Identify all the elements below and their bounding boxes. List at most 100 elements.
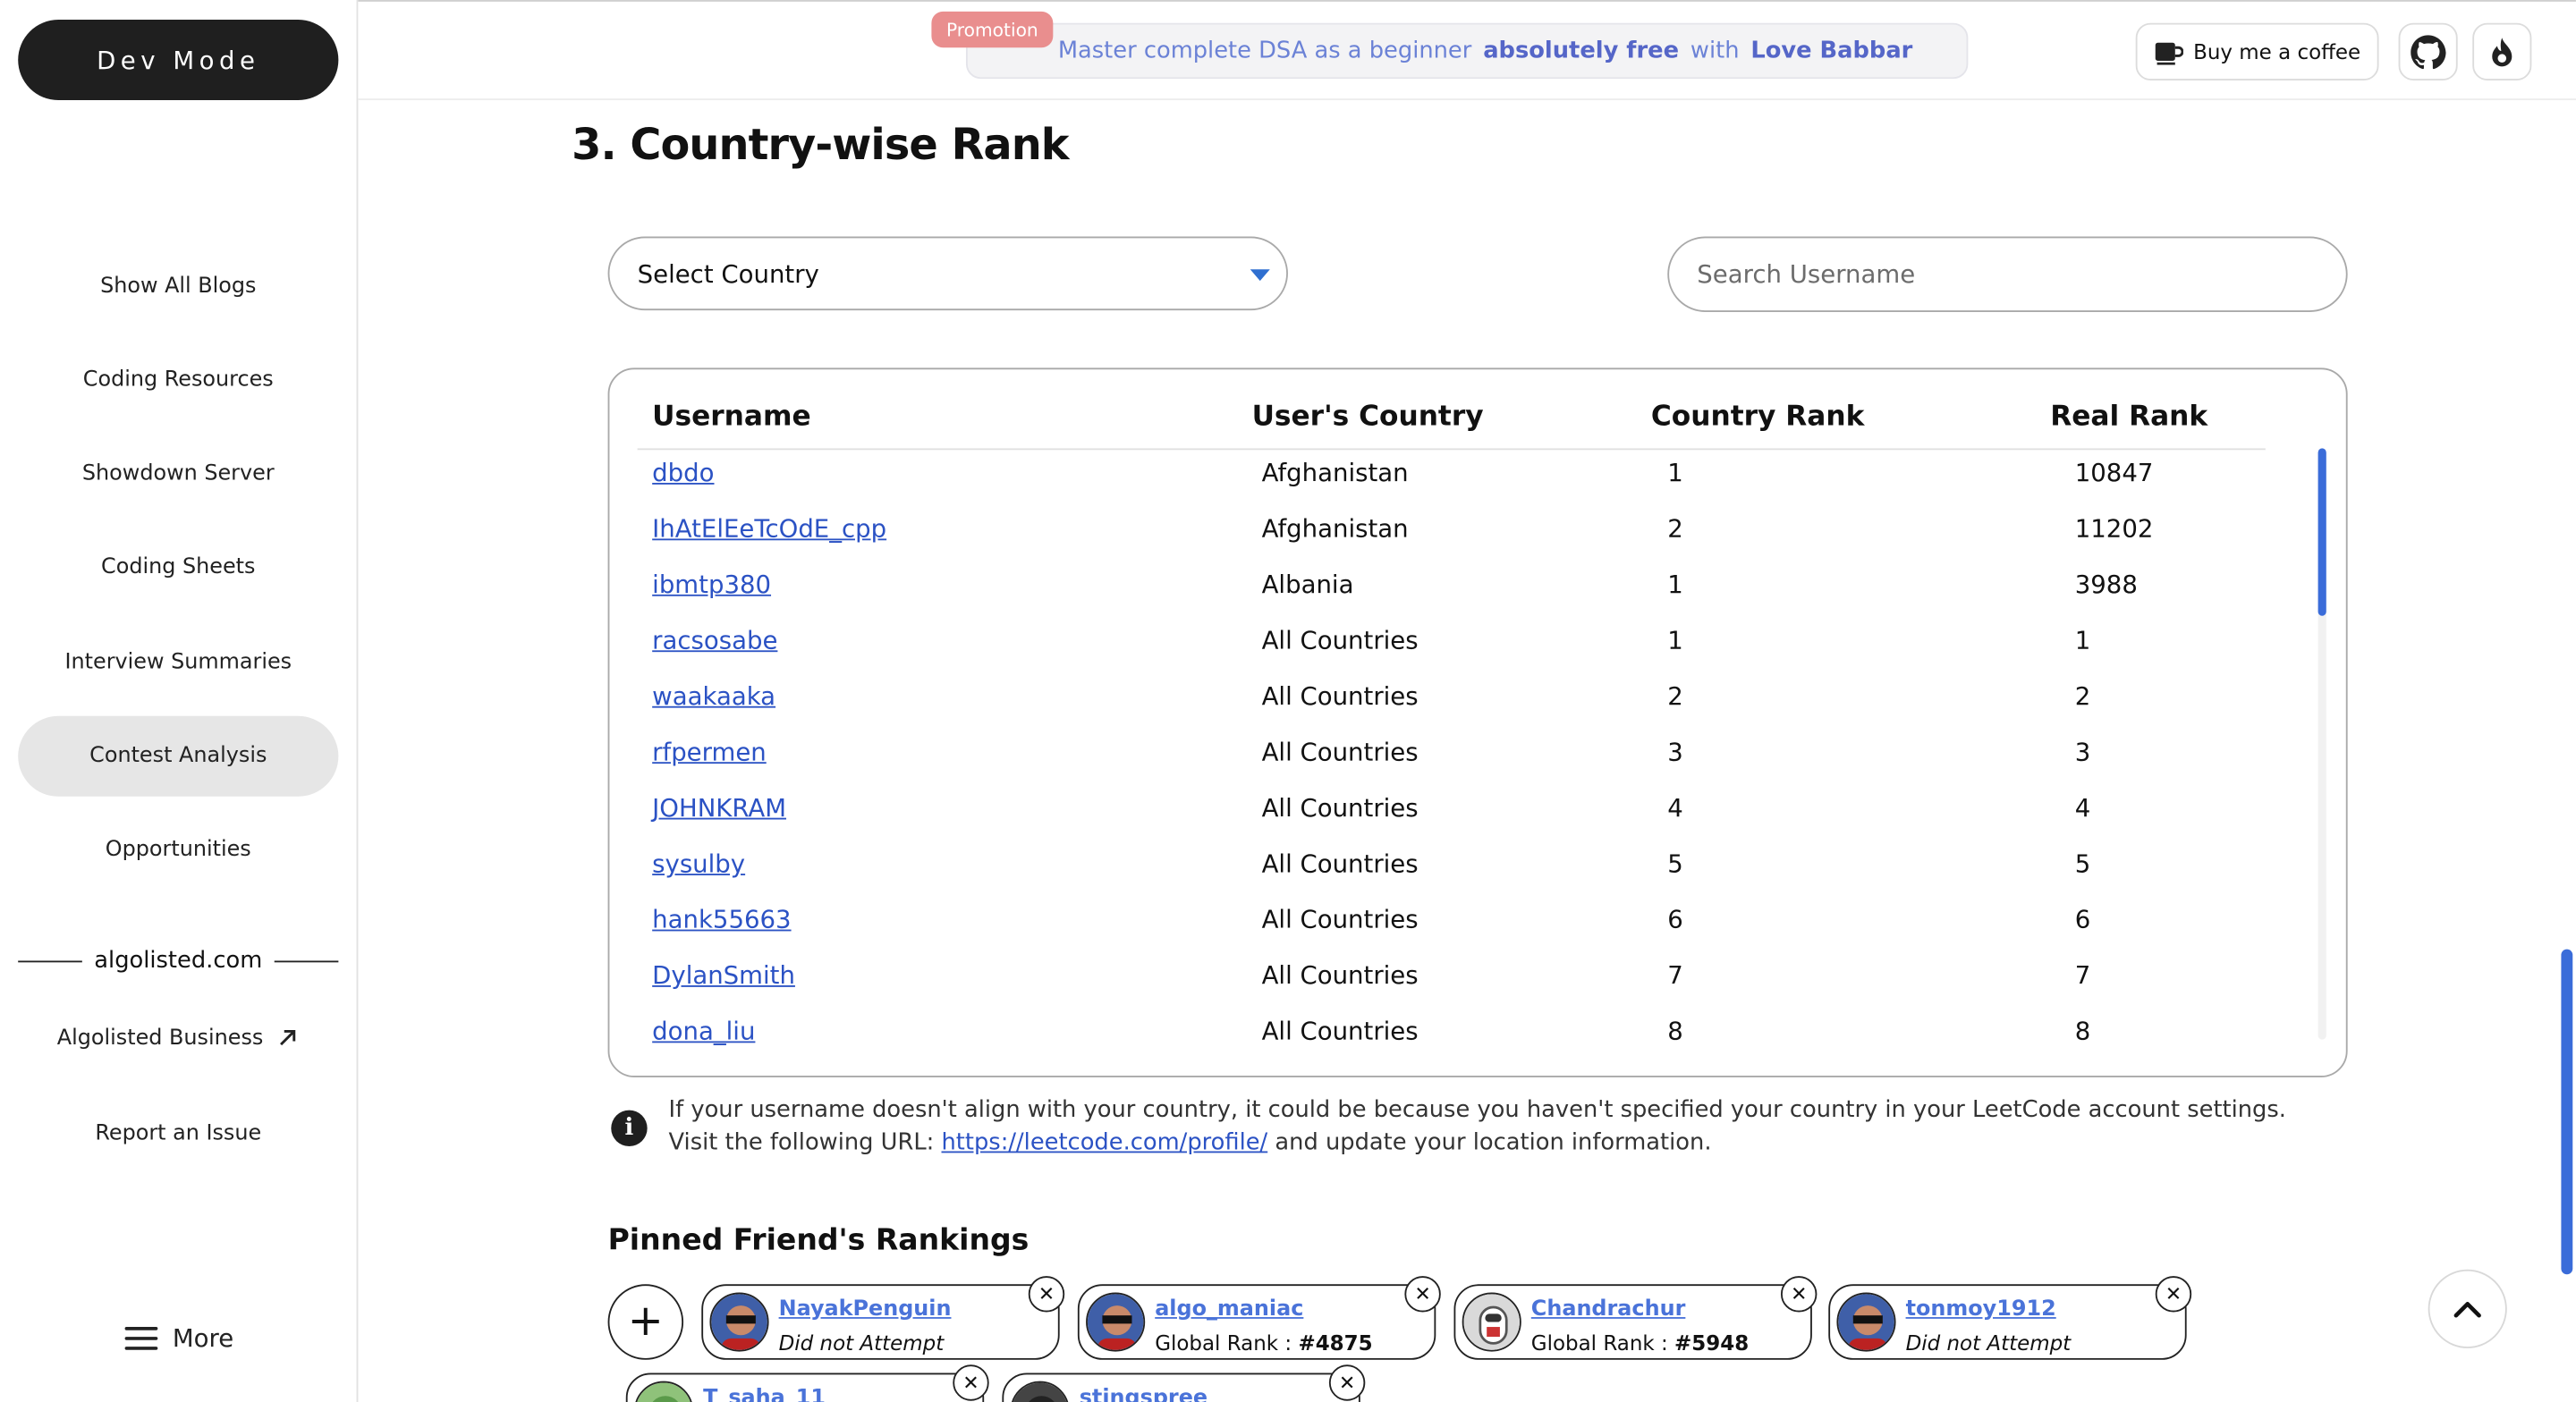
friend-card: algo_maniac Global Rank : #4875 ✕ xyxy=(1077,1276,1441,1360)
country-cell: All Countries xyxy=(1261,625,1419,655)
remove-friend-button[interactable]: ✕ xyxy=(2155,1276,2192,1313)
table-row: rfpermen All Countries 3 3 xyxy=(609,728,2318,783)
section-title: 3. Country-wise Rank xyxy=(572,121,1069,172)
coffee-cup-icon xyxy=(2155,41,2184,64)
country-rank-cell: 8 xyxy=(1667,1016,1683,1046)
country-cell: All Countries xyxy=(1261,793,1419,823)
nav-coding-sheets[interactable]: Coding Sheets xyxy=(18,528,338,608)
divider-line xyxy=(18,959,83,962)
theme-button[interactable] xyxy=(2472,22,2532,80)
divider-line xyxy=(274,959,339,962)
friend-name-link[interactable]: algo_maniac xyxy=(1155,1297,1303,1322)
promo-highlight: absolutely free xyxy=(1483,38,1680,64)
flame-icon xyxy=(2492,37,2512,66)
hamburger-icon xyxy=(124,1327,158,1350)
real-rank-cell: 5 xyxy=(2074,849,2091,879)
username-link[interactable]: ibmtp380 xyxy=(652,570,771,599)
country-rank-cell: 2 xyxy=(1667,513,1683,544)
friend-name-link[interactable]: tonmoy1912 xyxy=(1906,1297,2056,1322)
remove-friend-button[interactable]: ✕ xyxy=(953,1364,989,1401)
search-username-input[interactable] xyxy=(1667,236,2348,312)
algolisted-business-link[interactable]: Algolisted Business xyxy=(18,1015,338,1060)
header-real-rank: Real Rank xyxy=(2050,401,2208,434)
username-link[interactable]: dbdo xyxy=(652,458,714,487)
friend-status: Did not Attempt xyxy=(1905,1330,2072,1356)
avatar xyxy=(1836,1292,1896,1352)
table-row: sysulby All Countries 5 5 xyxy=(609,840,2318,895)
page-scrollbar-thumb[interactable] xyxy=(2561,949,2573,1275)
username-link[interactable]: DylanSmith xyxy=(652,960,795,990)
scroll-to-top-button[interactable] xyxy=(2428,1269,2507,1348)
info-suffix: and update your location information. xyxy=(1275,1129,1712,1157)
real-rank-cell: 3 xyxy=(2074,737,2091,767)
real-rank-cell: 3988 xyxy=(2074,570,2138,600)
dropdown-caret-icon xyxy=(1250,269,1270,282)
nav-contest-analysis[interactable]: Contest Analysis xyxy=(18,715,339,797)
friend-card: Chandrachur Global Rank : #5948 ✕ xyxy=(1453,1276,1818,1360)
site-label: algolisted.com xyxy=(94,947,263,975)
header-username: Username xyxy=(652,401,811,434)
table-header: Username User's Country Country Rank Rea… xyxy=(637,394,2266,451)
username-link[interactable]: sysulby xyxy=(652,849,745,879)
friend-name-link[interactable]: NayakPenguin xyxy=(779,1297,952,1322)
top-header: Master complete DSA as a beginner absolu… xyxy=(358,0,2576,101)
avatar xyxy=(633,1381,694,1402)
rank-label: Global Rank : xyxy=(1530,1330,1668,1356)
rank-value: #5948 xyxy=(1674,1330,1750,1356)
avatar xyxy=(1086,1292,1146,1352)
username-link[interactable]: rfpermen xyxy=(652,738,767,767)
country-cell: All Countries xyxy=(1261,1016,1419,1046)
rank-value: #4875 xyxy=(1298,1330,1373,1356)
buy-coffee-button[interactable]: Buy me a coffee xyxy=(2135,22,2379,80)
promo-banner[interactable]: Master complete DSA as a beginner absolu… xyxy=(965,22,1969,80)
promo-text: with xyxy=(1690,38,1740,64)
avatar xyxy=(1462,1292,1521,1352)
github-button[interactable] xyxy=(2398,22,2458,80)
username-link[interactable]: JOHNKRAM xyxy=(652,793,786,823)
friend-card: T_saha_11 ✕ xyxy=(625,1364,989,1402)
real-rank-cell: 4 xyxy=(2074,793,2091,823)
business-label: Algolisted Business xyxy=(56,1026,264,1051)
table-row: IhAtElEeTcOdE_cpp Afghanistan 2 11202 xyxy=(609,504,2318,560)
promo-author: Love Babbar xyxy=(1750,38,1913,64)
country-select[interactable]: Select Country xyxy=(607,236,1288,311)
remove-friend-button[interactable]: ✕ xyxy=(1404,1276,1441,1313)
add-friend-button[interactable]: + xyxy=(607,1284,684,1360)
header-country-rank: Country Rank xyxy=(1650,401,1865,434)
nav-showdown-server[interactable]: Showdown Server xyxy=(18,434,338,514)
nav-show-all-blogs[interactable]: Show All Blogs xyxy=(18,247,338,327)
table-row: waakaaka All Countries 2 2 xyxy=(609,671,2318,727)
dev-mode-button[interactable]: Dev Mode xyxy=(18,20,339,101)
country-rank-cell: 4 xyxy=(1667,793,1683,823)
country-rank-cell: 1 xyxy=(1667,625,1683,655)
real-rank-cell: 1 xyxy=(2074,625,2091,655)
friend-name-link[interactable]: stingspree xyxy=(1080,1386,1208,1402)
country-rank-cell: 1 xyxy=(1667,458,1683,488)
leetcode-profile-link[interactable]: https://leetcode.com/profile/ xyxy=(942,1130,1268,1156)
pinned-title: Pinned Friend's Rankings xyxy=(607,1223,1030,1258)
remove-friend-button[interactable]: ✕ xyxy=(1328,1364,1366,1401)
nav-interview-summaries[interactable]: Interview Summaries xyxy=(18,622,338,703)
more-menu-button[interactable]: More xyxy=(124,1323,233,1353)
friend-name-link[interactable]: Chandrachur xyxy=(1531,1297,1686,1322)
country-cell: Afghanistan xyxy=(1261,458,1409,488)
country-rank-cell: 1 xyxy=(1667,570,1683,600)
nav-opportunities[interactable]: Opportunities xyxy=(18,809,338,890)
table-row: DylanSmith All Countries 7 7 xyxy=(609,950,2318,1006)
report-issue-link[interactable]: Report an Issue xyxy=(18,1111,338,1156)
real-rank-cell: 2 xyxy=(2074,681,2091,712)
country-rank-cell: 7 xyxy=(1667,960,1683,991)
nav-coding-resources[interactable]: Coding Resources xyxy=(18,340,338,420)
table-scrollbar-thumb[interactable] xyxy=(2318,448,2326,616)
username-link[interactable]: IhAtElEeTcOdE_cpp xyxy=(652,514,886,544)
friend-name-link[interactable]: T_saha_11 xyxy=(703,1386,826,1402)
username-link[interactable]: racsosabe xyxy=(652,626,777,655)
username-link[interactable]: dona_liu xyxy=(652,1017,755,1046)
friend-status: Did not Attempt xyxy=(778,1330,945,1356)
username-link[interactable]: waakaaka xyxy=(652,681,775,711)
username-link[interactable]: hank55663 xyxy=(652,905,791,934)
country-rank-cell: 5 xyxy=(1667,849,1683,879)
real-rank-cell: 10847 xyxy=(2074,458,2154,488)
remove-friend-button[interactable]: ✕ xyxy=(1780,1276,1818,1313)
remove-friend-button[interactable]: ✕ xyxy=(1028,1276,1065,1313)
